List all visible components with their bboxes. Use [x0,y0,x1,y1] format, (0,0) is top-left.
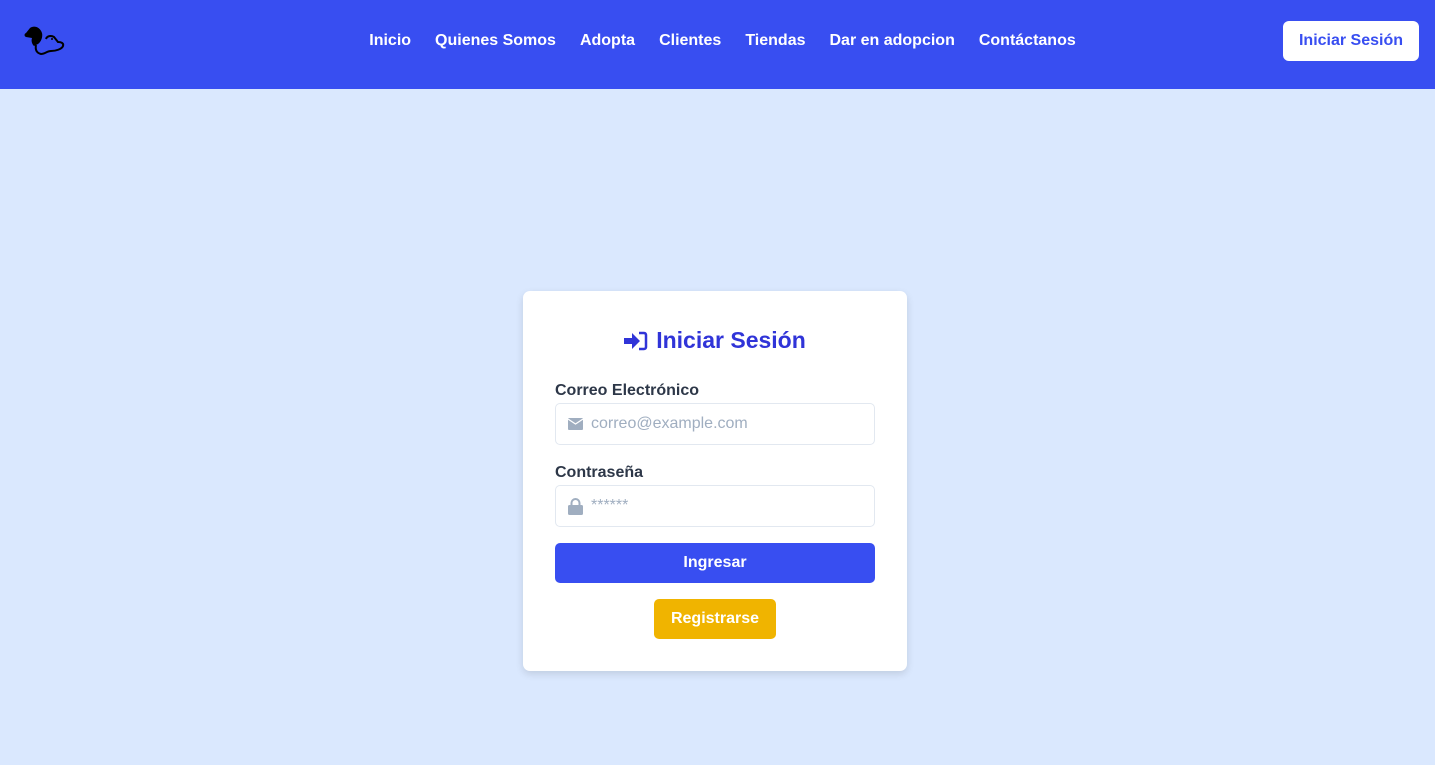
password-label: Contraseña [555,464,644,481]
email-label: Correo Electrónico [555,382,700,399]
nav-adopta[interactable]: Adopta [580,32,635,50]
nav-login-button[interactable]: Iniciar Sesión [1283,21,1419,61]
sign-in-icon [624,331,648,350]
password-input[interactable] [591,497,874,515]
email-field[interactable] [555,403,875,445]
nav-clientes[interactable]: Clientes [659,32,721,50]
login-title: Iniciar Sesión [523,327,907,354]
email-input[interactable] [591,415,874,433]
login-title-text: Iniciar Sesión [656,327,806,353]
nav-inicio[interactable]: Inicio [369,32,411,50]
nav-dar-en-adopcion[interactable]: Dar en adopcion [829,32,954,50]
nav-contactanos[interactable]: Contáctanos [979,32,1076,50]
login-card: Iniciar Sesión Correo Electrónico Contra… [523,291,907,671]
envelope-icon [568,418,583,430]
nav-quienes-somos[interactable]: Quienes Somos [435,32,556,50]
navbar: Inicio Quienes Somos Adopta Clientes Tie… [0,0,1435,89]
lock-icon [568,497,583,515]
submit-button[interactable]: Ingresar [555,543,875,583]
nav-tiendas[interactable]: Tiendas [745,32,805,50]
register-button[interactable]: Registrarse [654,599,776,639]
password-field[interactable] [555,485,875,527]
